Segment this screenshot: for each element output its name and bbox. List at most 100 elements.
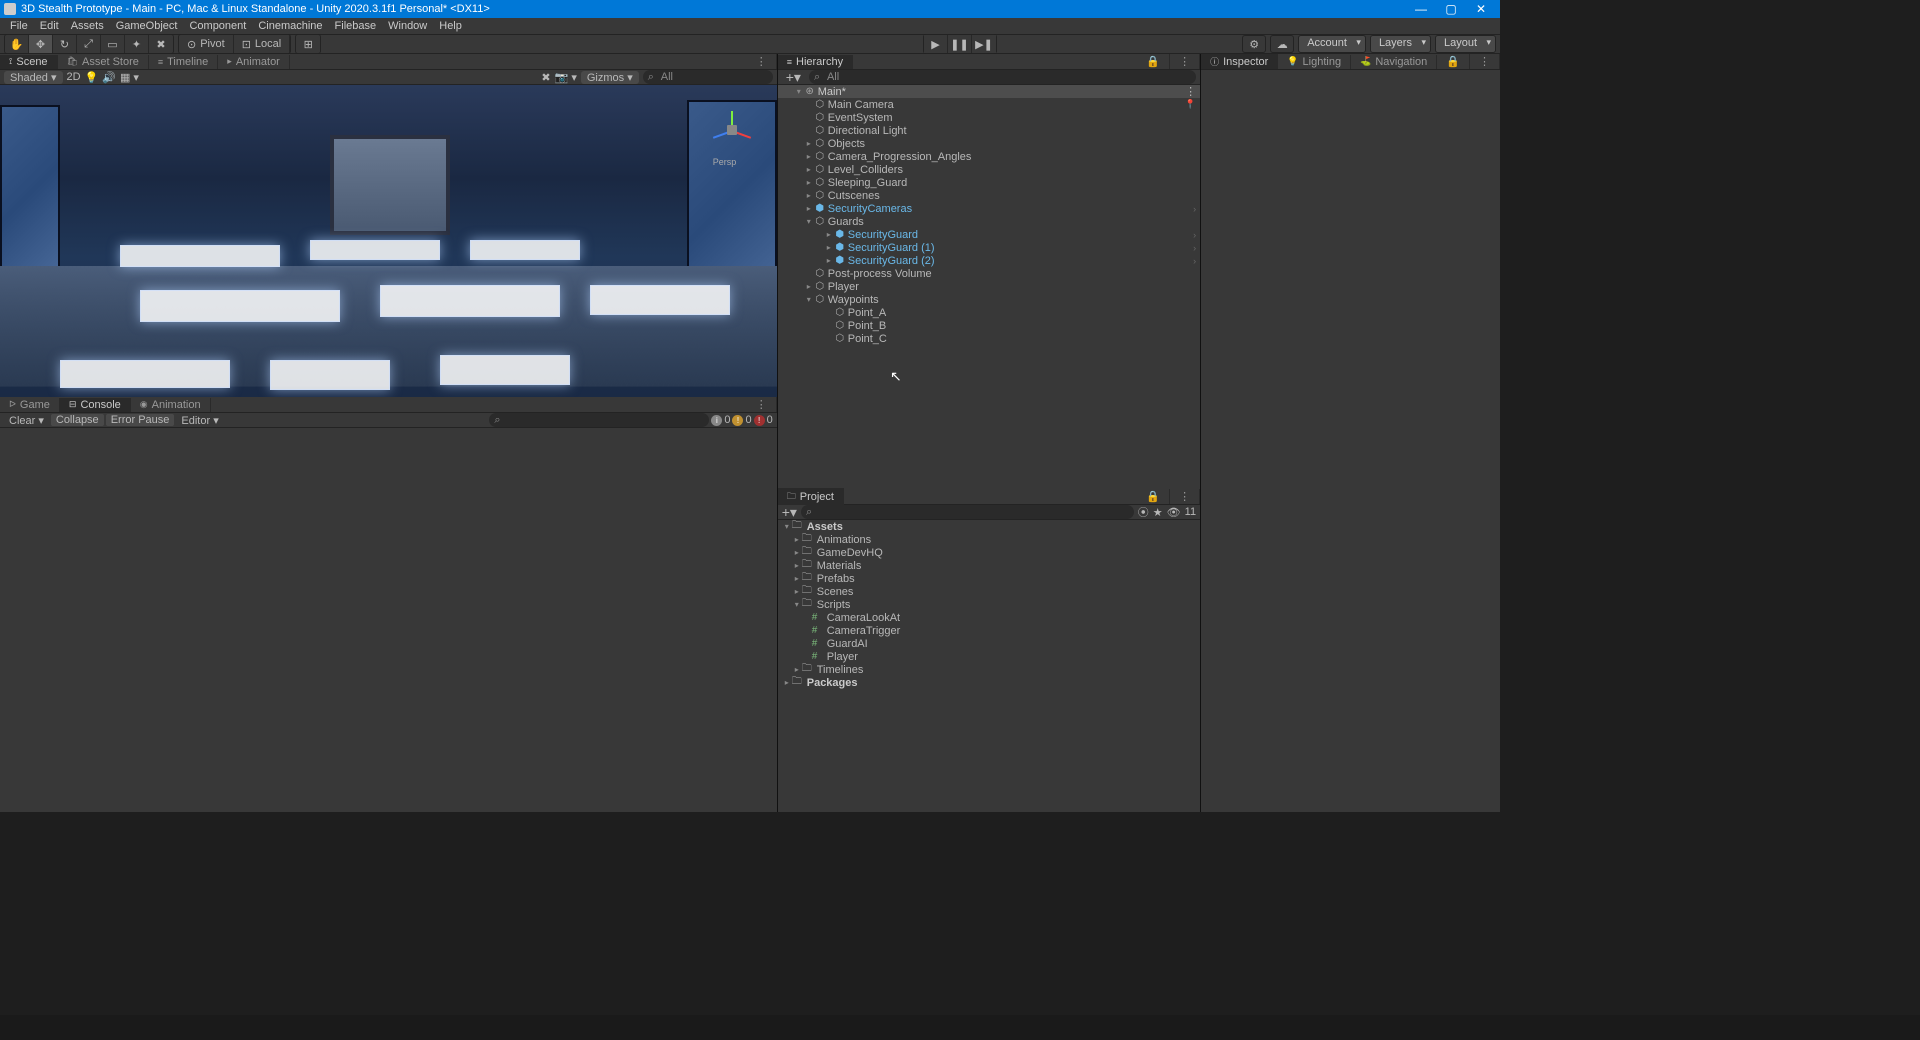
menu-help[interactable]: Help [433,20,468,32]
hierarchy-menu-icon[interactable]: ⋮ [1170,54,1200,69]
node-guards[interactable]: ▾⬡Guards [778,215,1200,228]
move-tool[interactable]: ✥ [29,35,53,53]
editor-dropdown[interactable]: Editor ▾ [176,414,223,427]
rect-tool[interactable]: ▭ [101,35,125,53]
scene-search[interactable]: All [643,70,773,84]
fx-icon[interactable]: ▦ ▾ [120,71,139,84]
node-security-cameras[interactable]: ▸⬢SecurityCameras› [778,202,1200,215]
tab-navigation[interactable]: ⛳Navigation [1351,55,1437,69]
tab-game[interactable]: ᐅGame [0,398,60,412]
collab-icon[interactable]: ⚙ [1242,35,1266,53]
tab-animator[interactable]: ▸Animator [218,55,290,69]
rotate-tool[interactable]: ↻ [53,35,77,53]
folder-animations[interactable]: ▸🗀Animations [778,533,1200,546]
close-button[interactable]: ✕ [1466,2,1496,16]
tab-console[interactable]: ⊟Console [60,398,131,412]
custom-tool[interactable]: ✖ [149,35,173,53]
menu-cinemachine[interactable]: Cinemachine [252,20,328,32]
scene-menu-icon[interactable]: ⋮ [747,54,777,69]
node-directional-light[interactable]: ⬡Directional Light [778,124,1200,137]
account-dropdown[interactable]: Account [1298,35,1366,53]
pivot-toggle[interactable]: ⊙Pivot [179,35,234,53]
node-event-system[interactable]: ⬡EventSystem [778,111,1200,124]
folder-assets[interactable]: ▾🗀Assets [778,520,1200,533]
error-pause-toggle[interactable]: Error Pause [106,414,175,426]
info-count[interactable]: i0 [711,414,730,426]
console-search[interactable] [489,413,709,427]
draw-mode-dropdown[interactable]: Shaded ▾ [4,71,63,84]
node-player[interactable]: ▸⬡Player [778,280,1200,293]
tab-lighting[interactable]: 💡Lighting [1278,55,1351,69]
node-security-guard-1[interactable]: ▸⬢SecurityGuard (1)› [778,241,1200,254]
node-objects[interactable]: ▸⬡Objects [778,137,1200,150]
menu-gameobject[interactable]: GameObject [110,20,184,32]
node-sleeping-guard[interactable]: ▸⬡Sleeping_Guard [778,176,1200,189]
filter-icon[interactable]: ⦿ [1138,504,1149,520]
warn-count[interactable]: !0 [732,414,751,426]
local-toggle[interactable]: ⊡Local [234,35,291,53]
pause-button[interactable]: ❚❚ [948,35,972,53]
menu-window[interactable]: Window [382,20,433,32]
layers-dropdown[interactable]: Layers [1370,35,1431,53]
layout-dropdown[interactable]: Layout [1435,35,1496,53]
tab-asset-store[interactable]: 🛍Asset Store [58,55,149,69]
step-button[interactable]: ▶❚ [972,35,996,53]
error-count[interactable]: !0 [754,414,773,426]
menu-edit[interactable]: Edit [34,20,65,32]
2d-toggle[interactable]: 2D [67,71,81,83]
script-guard-ai[interactable]: #GuardAI [778,637,1200,650]
folder-scripts[interactable]: ▾🗀Scripts [778,598,1200,611]
node-point-b[interactable]: ⬡Point_B [778,319,1200,332]
favorite-icon[interactable]: ★ [1153,506,1163,519]
menu-component[interactable]: Component [183,20,252,32]
node-waypoints[interactable]: ▾⬡Waypoints [778,293,1200,306]
scene-viewport[interactable]: Persp [0,85,777,397]
node-point-a[interactable]: ⬡Point_A [778,306,1200,319]
orientation-gizmo[interactable]: Persp [707,105,757,155]
node-point-c[interactable]: ⬡Point_C [778,332,1200,345]
menu-assets[interactable]: Assets [65,20,110,32]
console-menu-icon[interactable]: ⋮ [747,397,777,412]
folder-timelines[interactable]: ▸🗀Timelines [778,663,1200,676]
scale-tool[interactable]: ⤢ [77,35,101,53]
hierarchy-search[interactable]: All [809,70,1196,84]
project-search[interactable] [801,505,1134,519]
tools-icon[interactable]: ✖ [541,71,550,84]
transform-tool[interactable]: ✦ [125,35,149,53]
clear-button[interactable]: Clear ▾ [4,414,49,427]
create-dropdown[interactable]: +▾ [782,69,805,86]
node-cutscenes[interactable]: ▸⬡Cutscenes [778,189,1200,202]
play-button[interactable]: ▶ [924,35,948,53]
snap-toggle[interactable]: ⊞ [296,35,320,53]
menu-filebase[interactable]: Filebase [329,20,383,32]
hierarchy-lock-icon[interactable]: 🔒 [1137,54,1170,69]
collapse-toggle[interactable]: Collapse [51,414,104,426]
project-lock-icon[interactable]: 🔒 [1137,489,1170,504]
cloud-icon[interactable]: ☁ [1270,35,1294,53]
tab-hierarchy[interactable]: ≡Hierarchy [778,55,853,69]
hidden-icon[interactable]: 👁 [1167,506,1181,519]
tab-timeline[interactable]: ≡Timeline [149,55,218,69]
windows-taskbar[interactable] [0,1015,1920,1040]
node-main-camera[interactable]: ⬡Main Camera📍 [778,98,1200,111]
script-camera-look-at[interactable]: #CameraLookAt [778,611,1200,624]
folder-scenes[interactable]: ▸🗀Scenes [778,585,1200,598]
project-menu-icon[interactable]: ⋮ [1170,489,1200,504]
node-security-guard[interactable]: ▸⬢SecurityGuard› [778,228,1200,241]
maximize-button[interactable]: ▢ [1436,2,1466,16]
audio-icon[interactable]: 🔊 [102,71,116,84]
folder-prefabs[interactable]: ▸🗀Prefabs [778,572,1200,585]
gizmos-dropdown[interactable]: Gizmos ▾ [581,71,639,84]
folder-materials[interactable]: ▸🗀Materials [778,559,1200,572]
folder-packages[interactable]: ▸🗀Packages [778,676,1200,689]
camera-icon[interactable]: 📷 ▾ [555,71,577,84]
minimize-button[interactable]: — [1406,2,1436,16]
script-player[interactable]: #Player [778,650,1200,663]
tab-inspector[interactable]: ⓘInspector [1201,54,1278,69]
node-post-process-volume[interactable]: ⬡Post-process Volume [778,267,1200,280]
script-camera-trigger[interactable]: #CameraTrigger [778,624,1200,637]
inspector-menu-icon[interactable]: ⋮ [1470,54,1500,69]
lighting-icon[interactable]: 💡 [85,71,99,84]
folder-gamedevhq[interactable]: ▸🗀GameDevHQ [778,546,1200,559]
scene-node[interactable]: ▾⊛Main*⋮ [778,85,1200,98]
